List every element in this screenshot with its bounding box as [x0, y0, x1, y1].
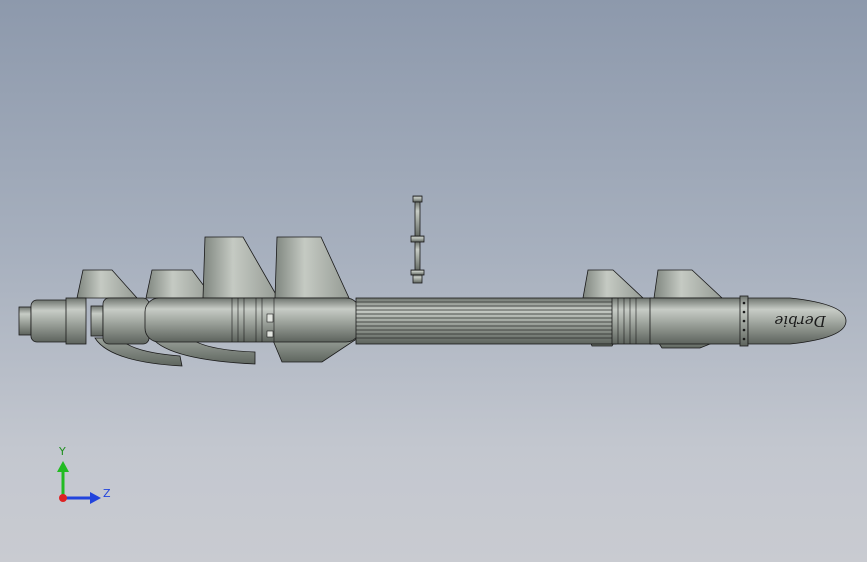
nose-engraving: Derbie — [774, 312, 826, 330]
triad-origin — [59, 494, 67, 502]
triad-y-label: Y — [58, 445, 66, 458]
upper-fins — [76, 236, 724, 299]
cad-viewport[interactable]: Derbie Y Z — [0, 0, 867, 562]
launcher-body[interactable] — [18, 295, 749, 347]
orientation-triad[interactable]: Y Z — [57, 445, 111, 504]
triad-z-label: Z — [103, 487, 111, 500]
nose-cone[interactable]: Derbie — [747, 297, 847, 345]
detached-pin-part[interactable] — [410, 195, 425, 284]
